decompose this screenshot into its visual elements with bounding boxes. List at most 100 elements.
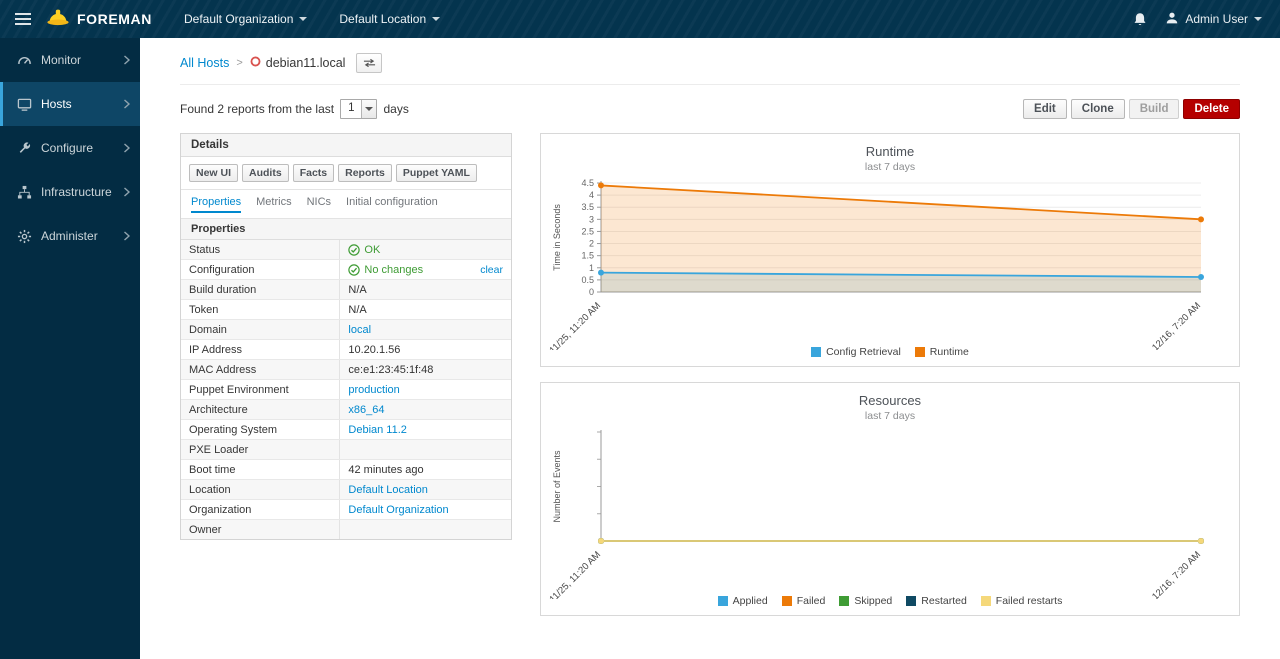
property-row-configuration: ConfigurationNo changesclear (181, 260, 511, 280)
chevron-right-icon (123, 187, 130, 197)
property-value: Default Organization (339, 500, 511, 519)
legend-item-restarted[interactable]: Restarted (906, 595, 967, 607)
legend-item-failed[interactable]: Failed (782, 595, 826, 607)
location-selector[interactable]: Default Location (323, 0, 456, 38)
user-menu[interactable]: Admin User (1165, 11, 1262, 28)
report-days-select[interactable]: 1 (340, 99, 377, 119)
property-row-boot-time: Boot time42 minutes ago (181, 460, 511, 480)
toolbar: Found 2 reports from the last 1 days Edi… (180, 99, 1240, 119)
legend-label: Config Retrieval (826, 346, 901, 358)
foreman-logo-icon (46, 8, 70, 30)
top-navbar: FOREMAN Default Organization Default Loc… (0, 0, 1280, 38)
details-button-puppet-yaml[interactable]: Puppet YAML (396, 164, 477, 182)
details-button-new-ui[interactable]: New UI (189, 164, 238, 182)
property-value: local (339, 320, 511, 339)
sidebar-item-administer[interactable]: Administer (0, 214, 140, 258)
sidebar-item-label: Infrastructure (41, 185, 114, 199)
resources-chart: 11/25, 11:20 AM12/16, 7:20 AMNumber of E… (549, 424, 1231, 599)
host-switcher-button[interactable] (356, 53, 382, 73)
chevron-right-icon (123, 231, 130, 241)
location-selector-label: Default Location (339, 12, 426, 26)
edit-button[interactable]: Edit (1023, 99, 1067, 119)
details-button-audits[interactable]: Audits (242, 164, 289, 182)
wrench-icon (17, 141, 32, 156)
legend-item-skipped[interactable]: Skipped (839, 595, 892, 607)
property-label: Configuration (181, 261, 339, 279)
svg-text:0: 0 (589, 287, 594, 297)
property-label: MAC Address (181, 361, 339, 379)
chevron-down-icon (432, 17, 440, 21)
select-dropdown-icon (361, 100, 376, 118)
property-link-organization[interactable]: Default Organization (348, 504, 448, 516)
chevron-down-icon (299, 17, 307, 21)
notifications-bell-icon[interactable] (1133, 12, 1147, 27)
legend-swatch (718, 596, 728, 606)
svg-text:11/25, 11:20 AM: 11/25, 11:20 AM (549, 300, 603, 350)
property-value: Default Location (339, 480, 511, 499)
property-link-architecture[interactable]: x86_64 (348, 404, 384, 416)
property-label: Puppet Environment (181, 381, 339, 399)
property-value: ce:e1:23:45:1f:48 (339, 360, 511, 379)
property-label: Location (181, 481, 339, 499)
legend-label: Failed (797, 595, 826, 607)
organization-selector[interactable]: Default Organization (168, 0, 323, 38)
property-label: Operating System (181, 421, 339, 439)
property-label: Architecture (181, 401, 339, 419)
legend-swatch (981, 596, 991, 606)
svg-text:0.5: 0.5 (581, 275, 594, 285)
clone-button[interactable]: Clone (1071, 99, 1125, 119)
sidebar-item-configure[interactable]: Configure (0, 126, 140, 170)
property-value (339, 520, 511, 539)
clear-link[interactable]: clear (480, 264, 503, 276)
resources-chart-subtitle: last 7 days (549, 410, 1231, 422)
delete-button[interactable]: Delete (1183, 99, 1240, 119)
sidebar-item-hosts[interactable]: Hosts (0, 82, 140, 126)
sidebar-item-monitor[interactable]: Monitor (0, 38, 140, 82)
foreman-brand[interactable]: FOREMAN (46, 8, 168, 30)
svg-text:2.5: 2.5 (581, 226, 594, 236)
property-link-domain[interactable]: local (348, 324, 371, 336)
property-label: Owner (181, 521, 339, 539)
property-link-puppet-environment[interactable]: production (348, 384, 399, 396)
property-value: 10.20.1.56 (339, 340, 511, 359)
property-row-pxe-loader: PXE Loader (181, 440, 511, 460)
property-row-mac-address: MAC Addressce:e1:23:45:1f:48 (181, 360, 511, 380)
legend-item-config-retrieval[interactable]: Config Retrieval (811, 346, 901, 358)
property-row-organization: OrganizationDefault Organization (181, 500, 511, 520)
tab-nics[interactable]: NICs (307, 196, 331, 213)
user-icon (1165, 11, 1179, 28)
property-value: 42 minutes ago (339, 460, 511, 479)
legend-label: Applied (733, 595, 768, 607)
property-label: Boot time (181, 461, 339, 479)
breadcrumb-all-hosts-link[interactable]: All Hosts (180, 56, 229, 70)
tab-properties[interactable]: Properties (191, 196, 241, 213)
property-label: Build duration (181, 281, 339, 299)
svg-text:1: 1 (589, 263, 594, 273)
runtime-chart-subtitle: last 7 days (549, 161, 1231, 173)
hamburger-menu-icon[interactable] (0, 0, 46, 38)
property-row-puppet-environment: Puppet Environment production (181, 380, 511, 400)
sidebar-item-infrastructure[interactable]: Infrastructure (0, 170, 140, 214)
resources-chart-card: Resources last 7 days 11/25, 11:20 AM12/… (540, 382, 1240, 616)
property-link-location[interactable]: Default Location (348, 484, 428, 496)
tab-initial-configuration[interactable]: Initial configuration (346, 196, 438, 213)
property-link-operating-system[interactable]: Debian 11.2 (348, 424, 407, 436)
legend-item-runtime[interactable]: Runtime (915, 346, 969, 358)
svg-text:4: 4 (589, 190, 594, 200)
build-button: Build (1129, 99, 1180, 119)
legend-item-failed-restarts[interactable]: Failed restarts (981, 595, 1063, 607)
legend-label: Skipped (854, 595, 892, 607)
user-menu-label: Admin User (1185, 12, 1248, 26)
legend-item-applied[interactable]: Applied (718, 595, 768, 607)
property-label: Domain (181, 321, 339, 339)
details-buttons-row: New UIAuditsFactsReportsPuppet YAML (181, 157, 511, 190)
details-button-reports[interactable]: Reports (338, 164, 392, 182)
tab-metrics[interactable]: Metrics (256, 196, 291, 213)
legend-label: Failed restarts (996, 595, 1063, 607)
chevron-right-icon (123, 99, 130, 109)
details-button-facts[interactable]: Facts (293, 164, 334, 182)
reports-summary-prefix: Found 2 reports from the last (180, 102, 334, 116)
property-value: N/A (339, 300, 511, 319)
property-row-status: StatusOK (181, 240, 511, 260)
breadcrumb-separator: > (236, 57, 242, 69)
